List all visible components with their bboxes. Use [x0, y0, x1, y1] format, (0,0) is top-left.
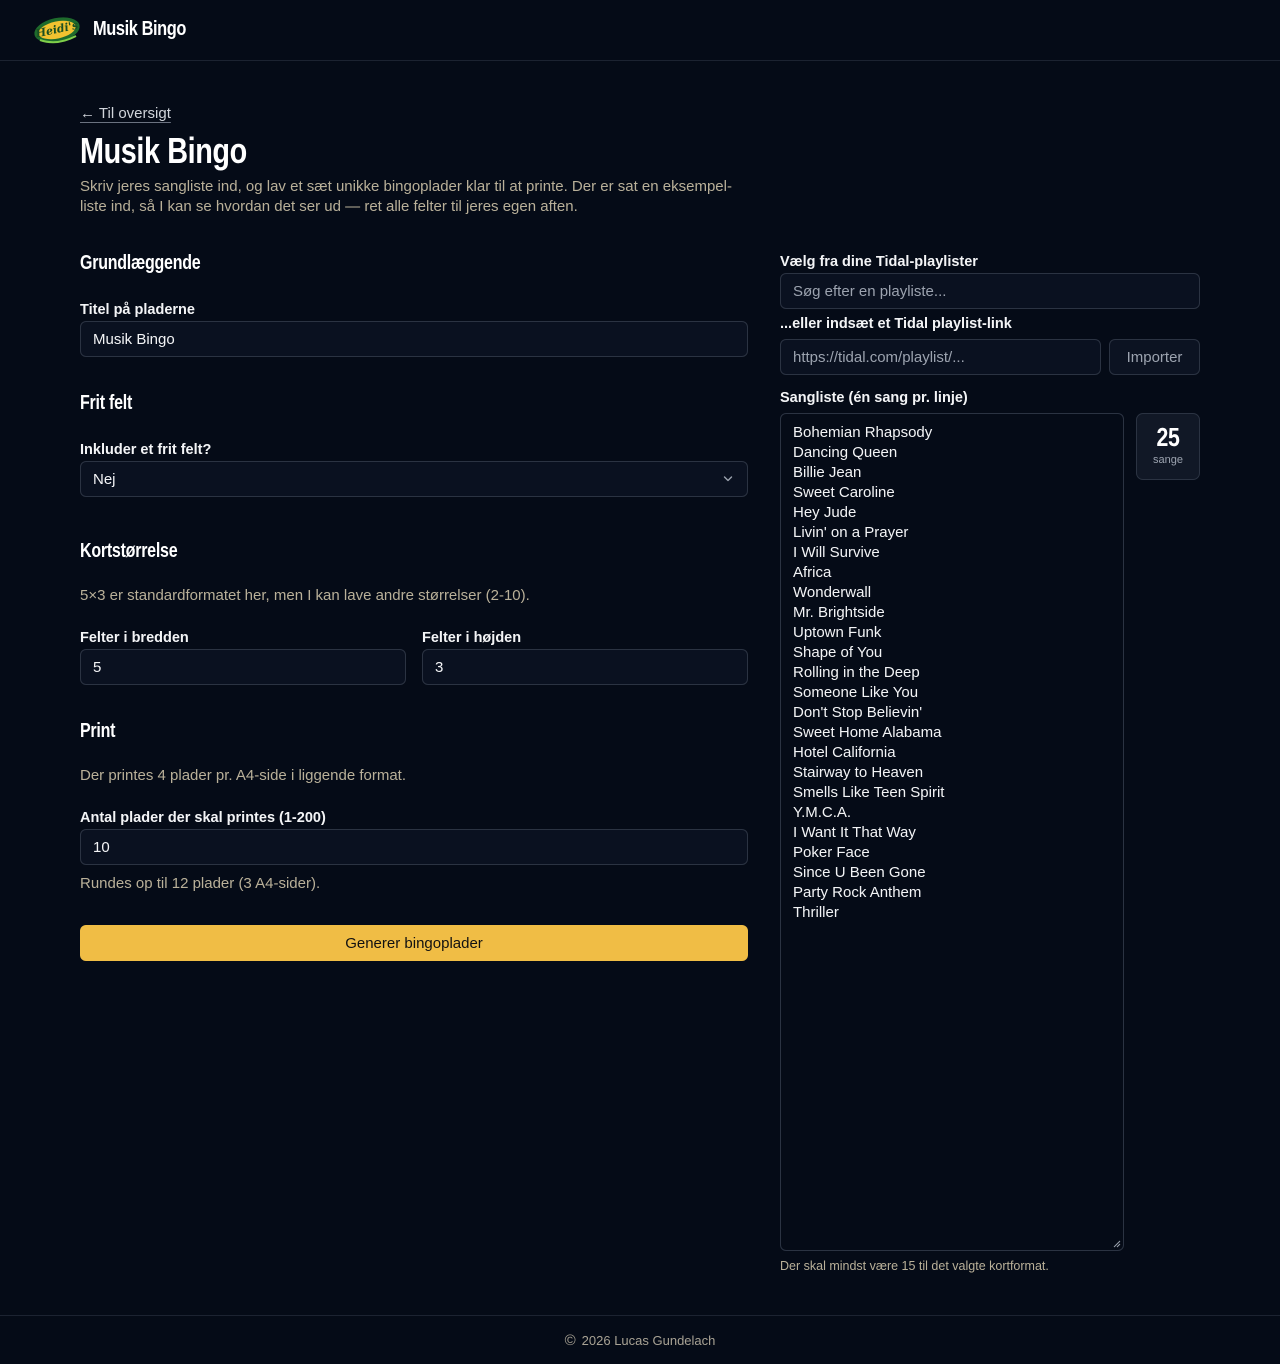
footer: © 2026 Lucas Gundelach — [0, 1315, 1280, 1364]
free-field-select[interactable]: Nej — [80, 461, 748, 497]
song-line: Since U Been Gone — [793, 864, 926, 881]
playlist-search-placeholder: Søg efter en playliste... — [793, 282, 947, 300]
playlist-search-input[interactable]: Søg efter en playliste... — [780, 273, 1200, 309]
rounding-note: Rundes op til 12 plader (3 A4-sider). — [80, 875, 321, 892]
back-to-overview-link[interactable]: ← Til oversigt — [80, 105, 171, 122]
title-input-value: Musik Bingo — [93, 330, 175, 348]
song-line: Livin' on a Prayer — [793, 524, 909, 541]
song-line: Hotel California — [793, 744, 896, 761]
free-field-label: Inkluder et frit felt? — [80, 442, 212, 458]
import-button[interactable]: Importer — [1109, 339, 1200, 375]
song-line: Y.M.C.A. — [793, 804, 852, 821]
song-line: Africa — [793, 564, 832, 581]
tidal-link-placeholder: https://tidal.com/playlist/... — [793, 348, 965, 366]
song-line: Shape of You — [793, 644, 883, 661]
brand-title[interactable]: Musik Bingo — [93, 18, 186, 41]
song-line: Mr. Brightside — [793, 604, 885, 621]
song-line: Bohemian Rhapsody — [793, 424, 933, 441]
height-input-value: 3 — [435, 658, 444, 676]
tidal-choose-label: Vælg fra dine Tidal-playlister — [780, 254, 978, 270]
tidal-link-label: ...eller indsæt et Tidal playlist-link — [780, 316, 1012, 332]
song-line: Rolling in the Deep — [793, 664, 920, 681]
tidal-link-input[interactable]: https://tidal.com/playlist/... — [780, 339, 1101, 375]
song-count-unit: sange — [1153, 454, 1183, 466]
footer-copyright-text: 2026 Lucas Gundelach — [581, 1333, 716, 1348]
top-bar: Heidi's Musik Bingo — [0, 0, 1280, 61]
print-count-label: Antal plader der skal printes (1-200) — [80, 810, 326, 826]
song-line: I Want It That Way — [793, 824, 916, 841]
song-line: Sweet Home Alabama — [793, 724, 942, 741]
song-line: Hey Jude — [793, 504, 857, 521]
card-size-hint: 5×3 er standardformatet her, men I kan l… — [80, 587, 530, 604]
section-title-card-size: Kortstørrelse — [80, 540, 178, 562]
page-title: Musik Bingo — [80, 130, 247, 171]
width-input[interactable]: 5 — [80, 649, 406, 685]
song-line: Sweet Caroline — [793, 484, 895, 501]
songlist-textarea[interactable]: Bohemian Rhapsody Dancing Queen Billie Jea… — [780, 413, 1124, 1251]
song-count-badge: 25 sange — [1136, 413, 1200, 480]
song-line: Someone Like You — [793, 684, 919, 701]
print-count-value: 10 — [93, 838, 110, 856]
song-line: I Will Survive — [793, 544, 880, 561]
copyright-icon: © — [564, 1332, 576, 1349]
print-hint: Der printes 4 plader pr. A4-side i ligge… — [80, 767, 407, 784]
song-line: Smells Like Teen Spirit — [793, 784, 945, 801]
free-field-selected-value: Nej — [93, 470, 116, 488]
song-line: Billie Jean — [793, 464, 862, 481]
section-title-basics: Grundlæggende — [80, 252, 201, 274]
song-line: Don't Stop Believin' — [793, 704, 923, 721]
song-line: Wonderwall — [793, 584, 872, 601]
song-line: Party Rock Anthem — [793, 884, 922, 901]
resize-handle-icon[interactable] — [1113, 1240, 1121, 1248]
song-line: Poker Face — [793, 844, 870, 861]
chevron-down-icon — [723, 476, 733, 482]
song-count-number: 25 — [1156, 422, 1180, 452]
intro-description: Skriv jeres sangliste ind, og lav et sæt… — [80, 178, 732, 215]
width-label: Felter i bredden — [80, 630, 189, 646]
song-line: Uptown Funk — [793, 624, 882, 641]
song-line: Stairway to Heaven — [793, 764, 924, 781]
print-count-input[interactable]: 10 — [80, 829, 748, 865]
title-input[interactable]: Musik Bingo — [80, 321, 748, 357]
heidis-logo[interactable]: Heidi's — [32, 12, 82, 48]
songlist-label: Sangliste (én sang pr. linje) — [780, 390, 968, 406]
generate-bingo-cards-button[interactable]: Generer bingoplader — [80, 925, 748, 961]
minimum-songs-note: Der skal mindst være 15 til det valgte k… — [780, 1259, 1049, 1273]
title-label: Titel på pladerne — [80, 302, 195, 318]
song-line: Dancing Queen — [793, 444, 898, 461]
song-line: Thriller — [793, 904, 839, 921]
height-label: Felter i højden — [422, 630, 522, 646]
section-title-free-field: Frit felt — [80, 392, 133, 414]
width-input-value: 5 — [93, 658, 102, 676]
section-title-print: Print — [80, 720, 116, 742]
height-input[interactable]: 3 — [422, 649, 748, 685]
